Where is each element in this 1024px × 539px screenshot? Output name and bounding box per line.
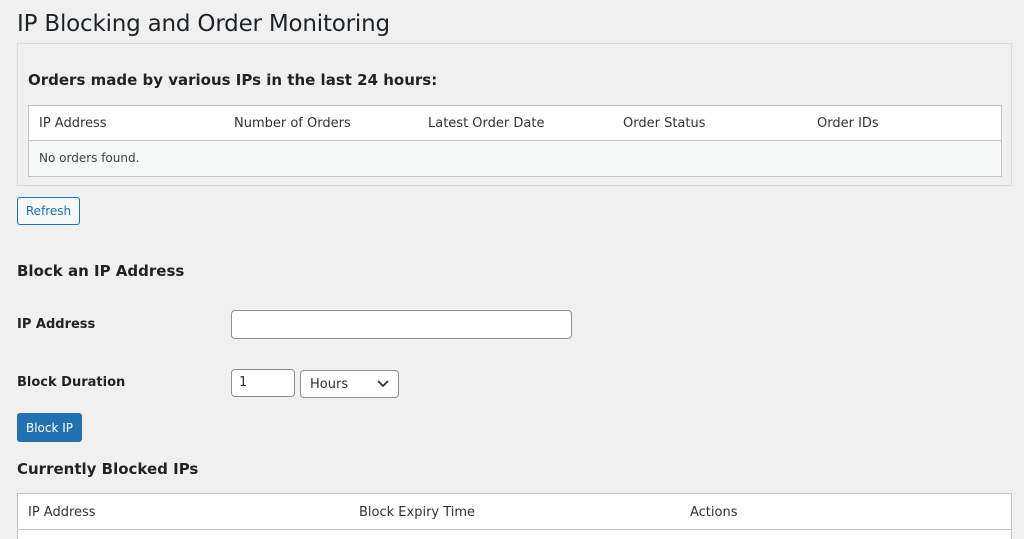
column-header-order-ids: Order IDs <box>817 116 879 131</box>
column-header-ip-address: IP Address <box>28 505 96 520</box>
ip-address-label: IP Address <box>17 317 95 332</box>
chevron-down-icon <box>377 379 389 389</box>
orders-panel: Orders made by various IPs in the last 2… <box>17 43 1012 186</box>
ip-address-input[interactable] <box>231 310 572 339</box>
column-header-latest-order-date: Latest Order Date <box>428 116 544 131</box>
block-duration-input[interactable]: 1 <box>231 369 295 397</box>
block-ip-button[interactable]: Block IP <box>17 413 82 442</box>
column-header-actions: Actions <box>690 505 738 520</box>
column-header-order-status: Order Status <box>623 116 706 131</box>
block-ip-heading: Block an IP Address <box>17 262 184 280</box>
empty-message: No orders found. <box>39 151 139 165</box>
block-duration-label: Block Duration <box>17 375 125 390</box>
column-header-ip-address: IP Address <box>39 116 107 131</box>
page-title: IP Blocking and Order Monitoring <box>17 11 390 37</box>
column-header-block-expiry-time: Block Expiry Time <box>359 505 475 520</box>
column-header-number-of-orders: Number of Orders <box>234 116 351 131</box>
orders-table-header: IP Address Number of Orders Latest Order… <box>29 106 1001 141</box>
refresh-button[interactable]: Refresh <box>17 197 80 225</box>
duration-unit-value: Hours <box>310 377 348 392</box>
table-row: No orders found. <box>29 141 1001 176</box>
blocked-ips-table: IP Address Block Expiry Time Actions <box>17 493 1012 539</box>
blocked-ips-heading: Currently Blocked IPs <box>17 460 198 478</box>
orders-heading: Orders made by various IPs in the last 2… <box>28 71 437 89</box>
blocked-table-header: IP Address Block Expiry Time Actions <box>18 494 1011 530</box>
duration-unit-select[interactable]: Hours <box>300 370 399 398</box>
orders-table: IP Address Number of Orders Latest Order… <box>28 105 1002 177</box>
